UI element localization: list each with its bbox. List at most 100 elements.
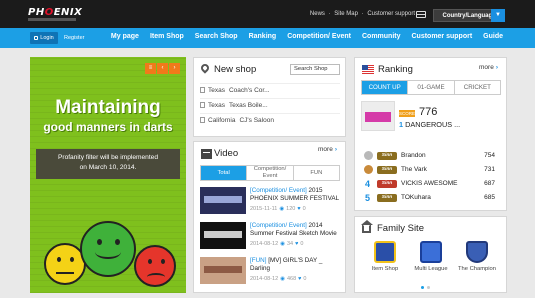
login-label: Login bbox=[40, 35, 54, 41]
tab-cricket[interactable]: CRICKET bbox=[453, 81, 500, 94]
shop-row[interactable]: California CJ's Saloon bbox=[200, 113, 340, 126]
video-tabs: Total Competition/ Event FUN bbox=[200, 165, 340, 181]
video-date: 2014-08-12 bbox=[250, 241, 279, 247]
ranking-row[interactable]: Sinn The Vark 731 bbox=[361, 163, 501, 177]
tab-fun[interactable]: FUN bbox=[292, 166, 339, 180]
video-thumbnail[interactable] bbox=[200, 257, 246, 284]
chevron-down-icon[interactable]: ▼ bbox=[491, 9, 505, 22]
ranking-more-link[interactable]: more › bbox=[479, 64, 498, 71]
ranking-row[interactable]: Sinn Brandon 754 bbox=[361, 149, 501, 163]
video-meta: 2014-08-12 ◉ 34 ♥ 0 bbox=[250, 241, 303, 247]
player-name: TOKuhara bbox=[401, 194, 431, 201]
top-links: News · Site Map · Customer support bbox=[308, 11, 415, 17]
nav-item-my-page[interactable]: My page bbox=[111, 33, 139, 40]
family-link-label: The Champion bbox=[457, 266, 497, 272]
sad-face-icon bbox=[134, 245, 176, 287]
chevron-right-icon: › bbox=[495, 64, 498, 71]
nav-item-community[interactable]: Community bbox=[362, 33, 401, 40]
rank-chip: Sinn bbox=[377, 166, 397, 174]
shop-name: Coach's Cor... bbox=[228, 87, 270, 94]
video-meta: 2014-08-12 ◉ 468 ♥ 0 bbox=[250, 276, 306, 282]
credit-card-icon[interactable] bbox=[416, 11, 426, 18]
carousel-dots bbox=[421, 286, 430, 289]
video-views: 468 bbox=[286, 276, 297, 282]
video-thumbnail[interactable] bbox=[200, 187, 246, 214]
eye-icon: ◉ bbox=[280, 276, 285, 282]
carousel-dot[interactable] bbox=[421, 286, 424, 289]
separator: · bbox=[361, 11, 364, 17]
banner-headline: Maintaining bbox=[55, 97, 161, 118]
player-score: 687 bbox=[484, 180, 495, 187]
menu-icon[interactable]: ≡ bbox=[145, 63, 156, 74]
video-views: 34 bbox=[286, 241, 294, 247]
player-name: Brandon bbox=[401, 152, 426, 159]
search-shop-button[interactable]: Search Shop bbox=[290, 64, 340, 75]
site-map-link[interactable]: Site Map bbox=[334, 11, 358, 17]
family-link-the-champion[interactable]: The Champion bbox=[455, 241, 499, 272]
nav-item-item-shop[interactable]: Item Shop bbox=[150, 33, 184, 40]
nav-item-ranking[interactable]: Ranking bbox=[249, 33, 277, 40]
tab-01-game[interactable]: 01-GAME bbox=[407, 81, 453, 94]
lock-icon bbox=[34, 36, 39, 40]
map-pin-icon bbox=[199, 62, 211, 74]
more-label: more bbox=[318, 146, 333, 153]
video-item[interactable]: [Competition/ Event] 2014 Summer Festiva… bbox=[200, 222, 340, 254]
carousel-dot[interactable] bbox=[427, 286, 430, 289]
nav-item-competition-event[interactable]: Competition/ Event bbox=[287, 33, 351, 40]
silver-medal-icon bbox=[364, 151, 373, 160]
ranking-row[interactable]: 4 Sinn VICKIS AWESOME 687 bbox=[361, 177, 501, 191]
family-link-label: Item Shop bbox=[371, 266, 399, 272]
video-more-link[interactable]: more › bbox=[318, 146, 337, 153]
login-button[interactable]: Login bbox=[30, 32, 58, 44]
family-link-item-shop[interactable]: Item Shop bbox=[363, 241, 407, 272]
document-icon bbox=[200, 87, 205, 93]
ranking-title: Ranking bbox=[378, 64, 413, 75]
player-score: 731 bbox=[484, 166, 495, 173]
chevron-left-icon[interactable]: ‹ bbox=[157, 63, 168, 74]
banner-controls: ≡ ‹ › bbox=[145, 63, 180, 74]
player-name: VICKIS AWESOME bbox=[401, 180, 458, 187]
ranking-row[interactable]: 5 Sinn TOKuhara 685 bbox=[361, 191, 501, 205]
video-item[interactable]: [Competition/ Event] 2015 PHOENIX SUMMER… bbox=[200, 187, 340, 219]
family-link-multi-league[interactable]: Multi League bbox=[409, 241, 453, 272]
champion-shield-icon bbox=[466, 241, 488, 263]
new-shop-panel: New shop Search Shop Texas Coach's Cor...… bbox=[193, 57, 346, 137]
multi-league-logo-icon bbox=[420, 241, 442, 263]
player-score: 685 bbox=[484, 194, 495, 201]
shop-name: CJ's Saloon bbox=[239, 117, 274, 124]
phoenix-logo[interactable]: PHOENIX bbox=[28, 7, 82, 18]
new-shop-title: New shop bbox=[214, 64, 257, 75]
heart-icon: ♥ bbox=[295, 241, 299, 247]
rank-number: 1 bbox=[399, 120, 404, 129]
video-tag: [Competition/ Event] bbox=[250, 222, 307, 229]
us-flag-icon bbox=[362, 65, 374, 74]
heart-icon: ♥ bbox=[298, 276, 302, 282]
eye-icon: ◉ bbox=[279, 206, 285, 212]
promo-banner[interactable]: ≡ ‹ › Maintaining good manners in darts … bbox=[30, 57, 186, 293]
video-thumbnail[interactable] bbox=[200, 222, 246, 249]
customer-support-link[interactable]: Customer support bbox=[367, 11, 415, 17]
shop-row[interactable]: Texas Coach's Cor... bbox=[200, 83, 340, 96]
nav-item-guide[interactable]: Guide bbox=[483, 33, 503, 40]
video-likes: 0 bbox=[302, 206, 306, 212]
shop-row[interactable]: Texas Texas Boile... bbox=[200, 98, 340, 111]
main-nav: Login Register My page Item Shop Search … bbox=[0, 28, 535, 48]
rank-number: 5 bbox=[365, 193, 371, 203]
nav-item-customer-support[interactable]: Customer support bbox=[411, 33, 472, 40]
family-site-panel: Family Site Item Shop Multi League The C… bbox=[354, 216, 507, 293]
nav-item-search-shop[interactable]: Search Shop bbox=[195, 33, 238, 40]
top-player-name[interactable]: 1 DANGEROUS ... bbox=[399, 120, 501, 129]
tab-total[interactable]: Total bbox=[201, 166, 247, 180]
video-tag: [Competition/ Event] bbox=[250, 187, 307, 194]
separator: · bbox=[328, 11, 331, 17]
tab-count-up[interactable]: COUNT UP bbox=[362, 81, 408, 94]
top-player-avatar[interactable] bbox=[361, 101, 395, 131]
rank-chip: Sinn bbox=[377, 152, 397, 160]
register-link[interactable]: Register bbox=[64, 35, 84, 41]
video-item[interactable]: [FUN] [MV] GIRL'S DAY _ Darling 2014-08-… bbox=[200, 257, 340, 289]
news-link[interactable]: News bbox=[310, 11, 325, 17]
banner-notice: Profanity filter will be implemented on … bbox=[36, 149, 180, 179]
tab-competition-event[interactable]: Competition/ Event bbox=[246, 166, 292, 180]
video-icon bbox=[201, 149, 212, 159]
chevron-right-icon[interactable]: › bbox=[169, 63, 180, 74]
